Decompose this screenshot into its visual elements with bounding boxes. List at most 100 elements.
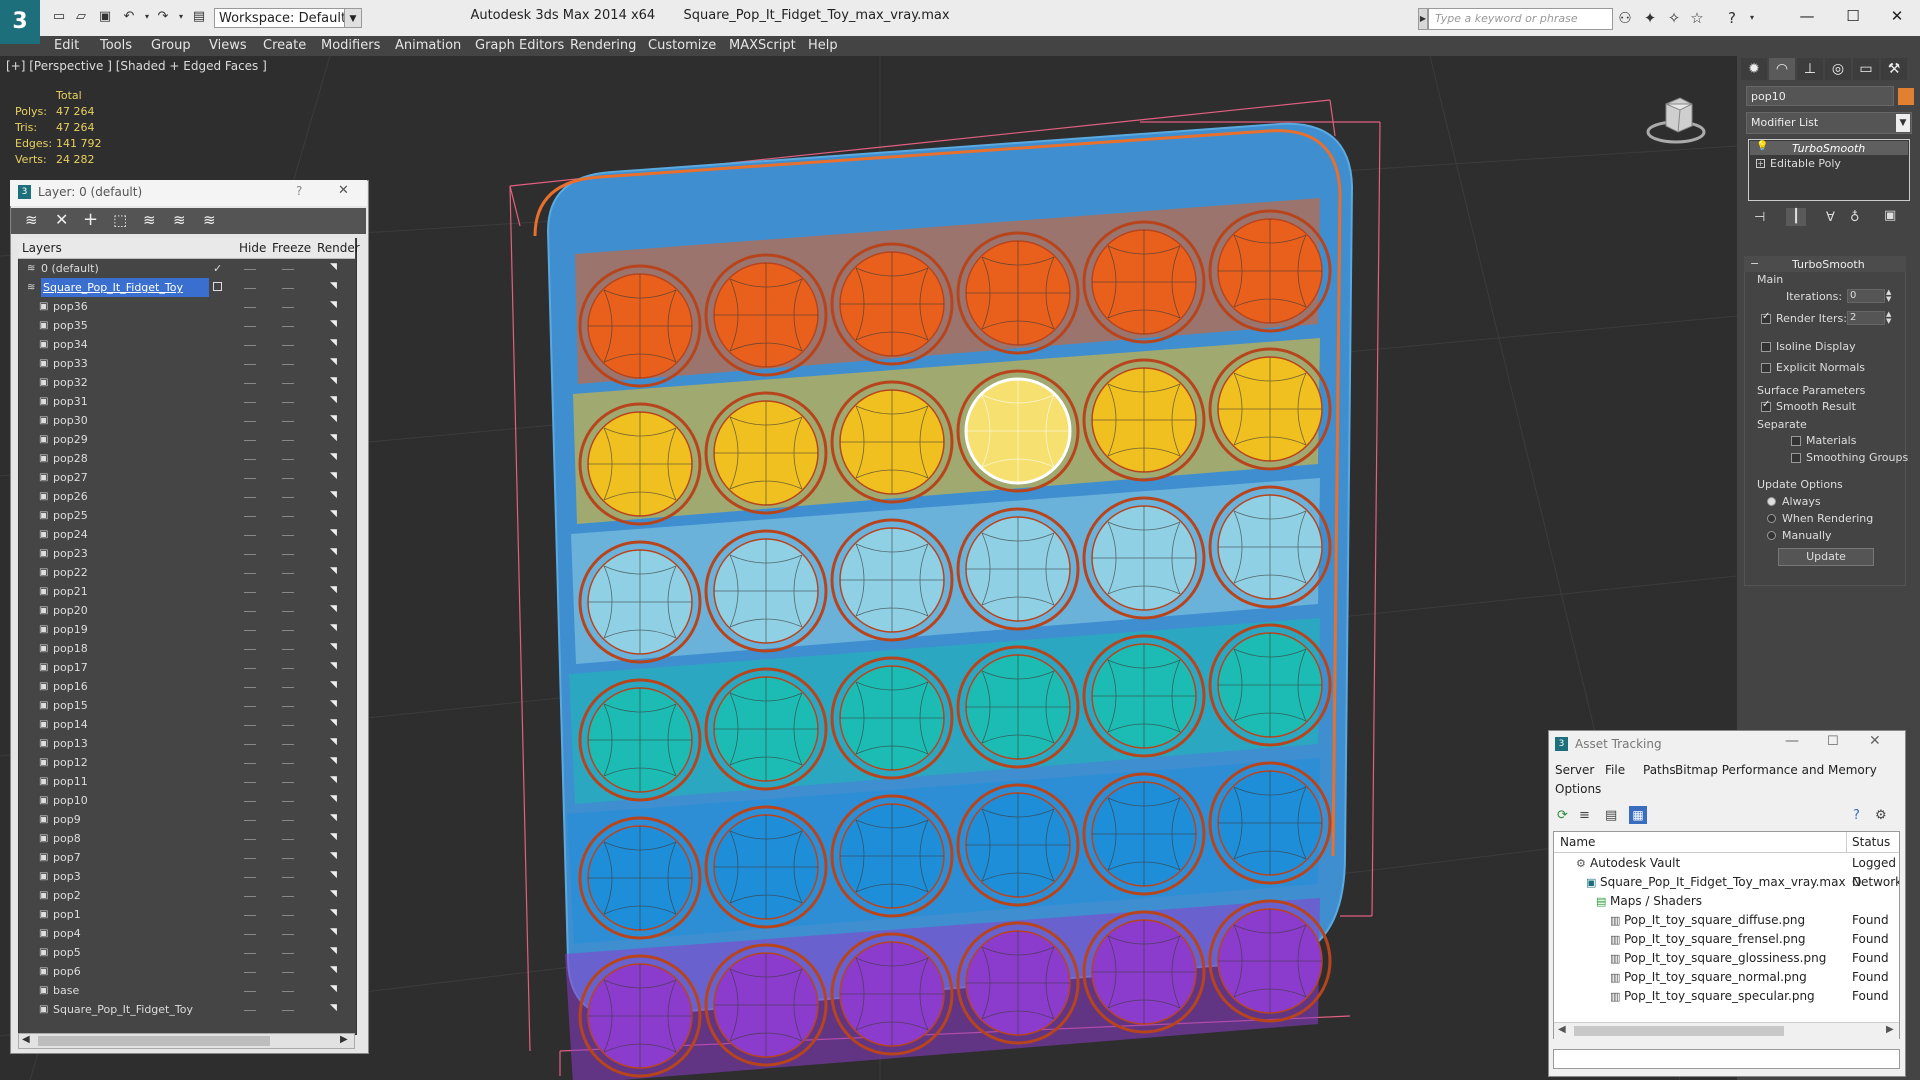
layer-row-object[interactable]: ▣ pop21 ◥ xyxy=(19,582,356,601)
layer-row-object[interactable]: ▣ pop29 ◥ xyxy=(19,430,356,449)
asset-scroll-right-icon[interactable]: ▶ xyxy=(1886,1024,1894,1035)
render-teapot-icon[interactable]: ◥ xyxy=(330,586,340,595)
render-teapot-icon[interactable]: ◥ xyxy=(330,833,340,842)
layer-row-object[interactable]: ▣ pop17 ◥ xyxy=(19,658,356,677)
when-rendering-radio[interactable] xyxy=(1767,514,1776,523)
layer-row-object[interactable]: ▣ pop27 ◥ xyxy=(19,468,356,487)
layer-name[interactable]: pop19 xyxy=(53,620,88,639)
render-teapot-icon[interactable]: ◥ xyxy=(330,985,340,994)
layer-name[interactable]: pop26 xyxy=(53,487,88,506)
freeze-toggle[interactable] xyxy=(282,782,294,783)
table-view-icon[interactable]: ▦ xyxy=(1629,806,1647,824)
layer-row-object[interactable]: ▣ Square_Pop_It_Fidget_Toy ◥ xyxy=(19,1000,356,1019)
layer-row-active[interactable]: ≋ Square_Pop_It_Fidget_Toy ◥ xyxy=(19,278,356,297)
hide-toggle[interactable] xyxy=(244,820,256,821)
favorites-star-icon[interactable]: ☆ xyxy=(1687,9,1707,27)
layer-row-default[interactable]: ≋ 0 (default) ✓ ◥ xyxy=(19,259,356,278)
layer-name[interactable]: pop4 xyxy=(53,924,81,943)
render-teapot-icon[interactable]: ◥ xyxy=(330,776,340,785)
freeze-toggle[interactable] xyxy=(282,516,294,517)
hide-toggle[interactable] xyxy=(244,383,256,384)
menu-edit[interactable]: Edit xyxy=(54,36,79,56)
render-teapot-icon[interactable]: ◥ xyxy=(330,719,340,728)
hide-toggle[interactable] xyxy=(244,953,256,954)
hide-toggle[interactable] xyxy=(244,288,256,289)
layer-name[interactable]: pop14 xyxy=(53,715,88,734)
layer-name[interactable]: pop7 xyxy=(53,848,81,867)
asset-row[interactable]: ▣ Square_Pop_It_Fidget_Toy_max_vray.max Ne… xyxy=(1554,873,1899,892)
freeze-all-layers-icon[interactable]: ≋ xyxy=(203,211,216,229)
layer-name[interactable]: pop17 xyxy=(53,658,88,677)
create-layer-icon[interactable]: ≋ xyxy=(25,211,38,229)
asset-menu-file[interactable]: File xyxy=(1605,763,1625,777)
render-iters-spinner[interactable]: 2 xyxy=(1847,311,1885,325)
hide-toggle[interactable] xyxy=(244,440,256,441)
layer-name[interactable]: pop24 xyxy=(53,525,88,544)
freeze-toggle[interactable] xyxy=(282,269,294,270)
render-teapot-icon[interactable]: ◥ xyxy=(330,548,340,557)
add-to-layer-icon[interactable]: + xyxy=(83,209,98,230)
layer-row-object[interactable]: ▣ pop10 ◥ xyxy=(19,791,356,810)
render-teapot-icon[interactable]: ◥ xyxy=(330,434,340,443)
render-teapot-icon[interactable]: ◥ xyxy=(330,909,340,918)
freeze-toggle[interactable] xyxy=(282,307,294,308)
search-input[interactable]: Type a keyword or phrase xyxy=(1428,8,1613,30)
hide-toggle[interactable] xyxy=(244,516,256,517)
layer-name[interactable]: pop28 xyxy=(53,449,88,468)
layer-scroll-thumb[interactable] xyxy=(38,1036,270,1046)
render-teapot-icon[interactable]: ◥ xyxy=(330,814,340,823)
set-current-layer-box-icon[interactable] xyxy=(213,282,222,291)
layer-row-object[interactable]: ▣ pop22 ◥ xyxy=(19,563,356,582)
render-teapot-icon[interactable]: ◥ xyxy=(330,871,340,880)
asset-menu-server[interactable]: Server xyxy=(1555,763,1594,777)
layer-row-object[interactable]: ▣ pop25 ◥ xyxy=(19,506,356,525)
menu-group[interactable]: Group xyxy=(151,36,191,56)
layer-row-object[interactable]: ▣ pop33 ◥ xyxy=(19,354,356,373)
hide-toggle[interactable] xyxy=(244,364,256,365)
layer-name[interactable]: 0 (default) xyxy=(41,259,99,278)
layer-name[interactable]: pop6 xyxy=(53,962,81,981)
modify-tab-icon[interactable]: ◠ xyxy=(1769,58,1795,80)
freeze-toggle[interactable] xyxy=(282,915,294,916)
freeze-toggle[interactable] xyxy=(282,934,294,935)
layer-name[interactable]: pop27 xyxy=(53,468,88,487)
layer-panel-help-icon[interactable]: ? xyxy=(296,184,302,198)
freeze-toggle[interactable] xyxy=(282,497,294,498)
layer-name[interactable]: pop22 xyxy=(53,563,88,582)
layer-row-object[interactable]: ▣ pop11 ◥ xyxy=(19,772,356,791)
freeze-toggle[interactable] xyxy=(282,478,294,479)
layer-name[interactable]: pop18 xyxy=(53,639,88,658)
hide-toggle[interactable] xyxy=(244,839,256,840)
freeze-toggle[interactable] xyxy=(282,706,294,707)
render-teapot-icon[interactable]: ◥ xyxy=(330,339,340,348)
render-teapot-icon[interactable]: ◥ xyxy=(330,700,340,709)
menu-create[interactable]: Create xyxy=(263,36,306,56)
hide-toggle[interactable] xyxy=(244,592,256,593)
freeze-toggle[interactable] xyxy=(282,877,294,878)
layer-row-object[interactable]: ▣ pop6 ◥ xyxy=(19,962,356,981)
layer-name[interactable]: pop25 xyxy=(53,506,88,525)
update-button[interactable]: Update xyxy=(1778,548,1874,566)
layer-name[interactable]: pop16 xyxy=(53,677,88,696)
asset-close-button[interactable]: ✕ xyxy=(1869,733,1881,749)
render-teapot-icon[interactable]: ◥ xyxy=(330,529,340,538)
layer-name[interactable]: pop36 xyxy=(53,297,88,316)
asset-minimize-button[interactable]: — xyxy=(1785,733,1799,749)
freeze-toggle[interactable] xyxy=(282,592,294,593)
asset-menu-paths[interactable]: Paths xyxy=(1643,763,1676,777)
layer-row-object[interactable]: ▣ pop2 ◥ xyxy=(19,886,356,905)
layer-name[interactable]: pop11 xyxy=(53,772,88,791)
menu-graph-editors[interactable]: Graph Editors xyxy=(475,36,564,56)
layer-name[interactable]: Square_Pop_It_Fidget_Toy xyxy=(53,1000,193,1019)
binoculars-icon[interactable]: ⚇ xyxy=(1615,9,1635,27)
menu-tools[interactable]: Tools xyxy=(100,36,132,56)
hide-toggle[interactable] xyxy=(244,687,256,688)
asset-menu-bitmap-performance[interactable]: Bitmap Performance and Memory xyxy=(1675,763,1877,777)
render-teapot-icon[interactable]: ◥ xyxy=(330,320,340,329)
hide-toggle[interactable] xyxy=(244,801,256,802)
materials-checkbox[interactable] xyxy=(1791,436,1801,446)
freeze-toggle[interactable] xyxy=(282,326,294,327)
refresh-icon[interactable]: ⟳ xyxy=(1557,808,1568,823)
layer-name[interactable]: pop5 xyxy=(53,943,81,962)
layer-row-object[interactable]: ▣ pop15 ◥ xyxy=(19,696,356,715)
